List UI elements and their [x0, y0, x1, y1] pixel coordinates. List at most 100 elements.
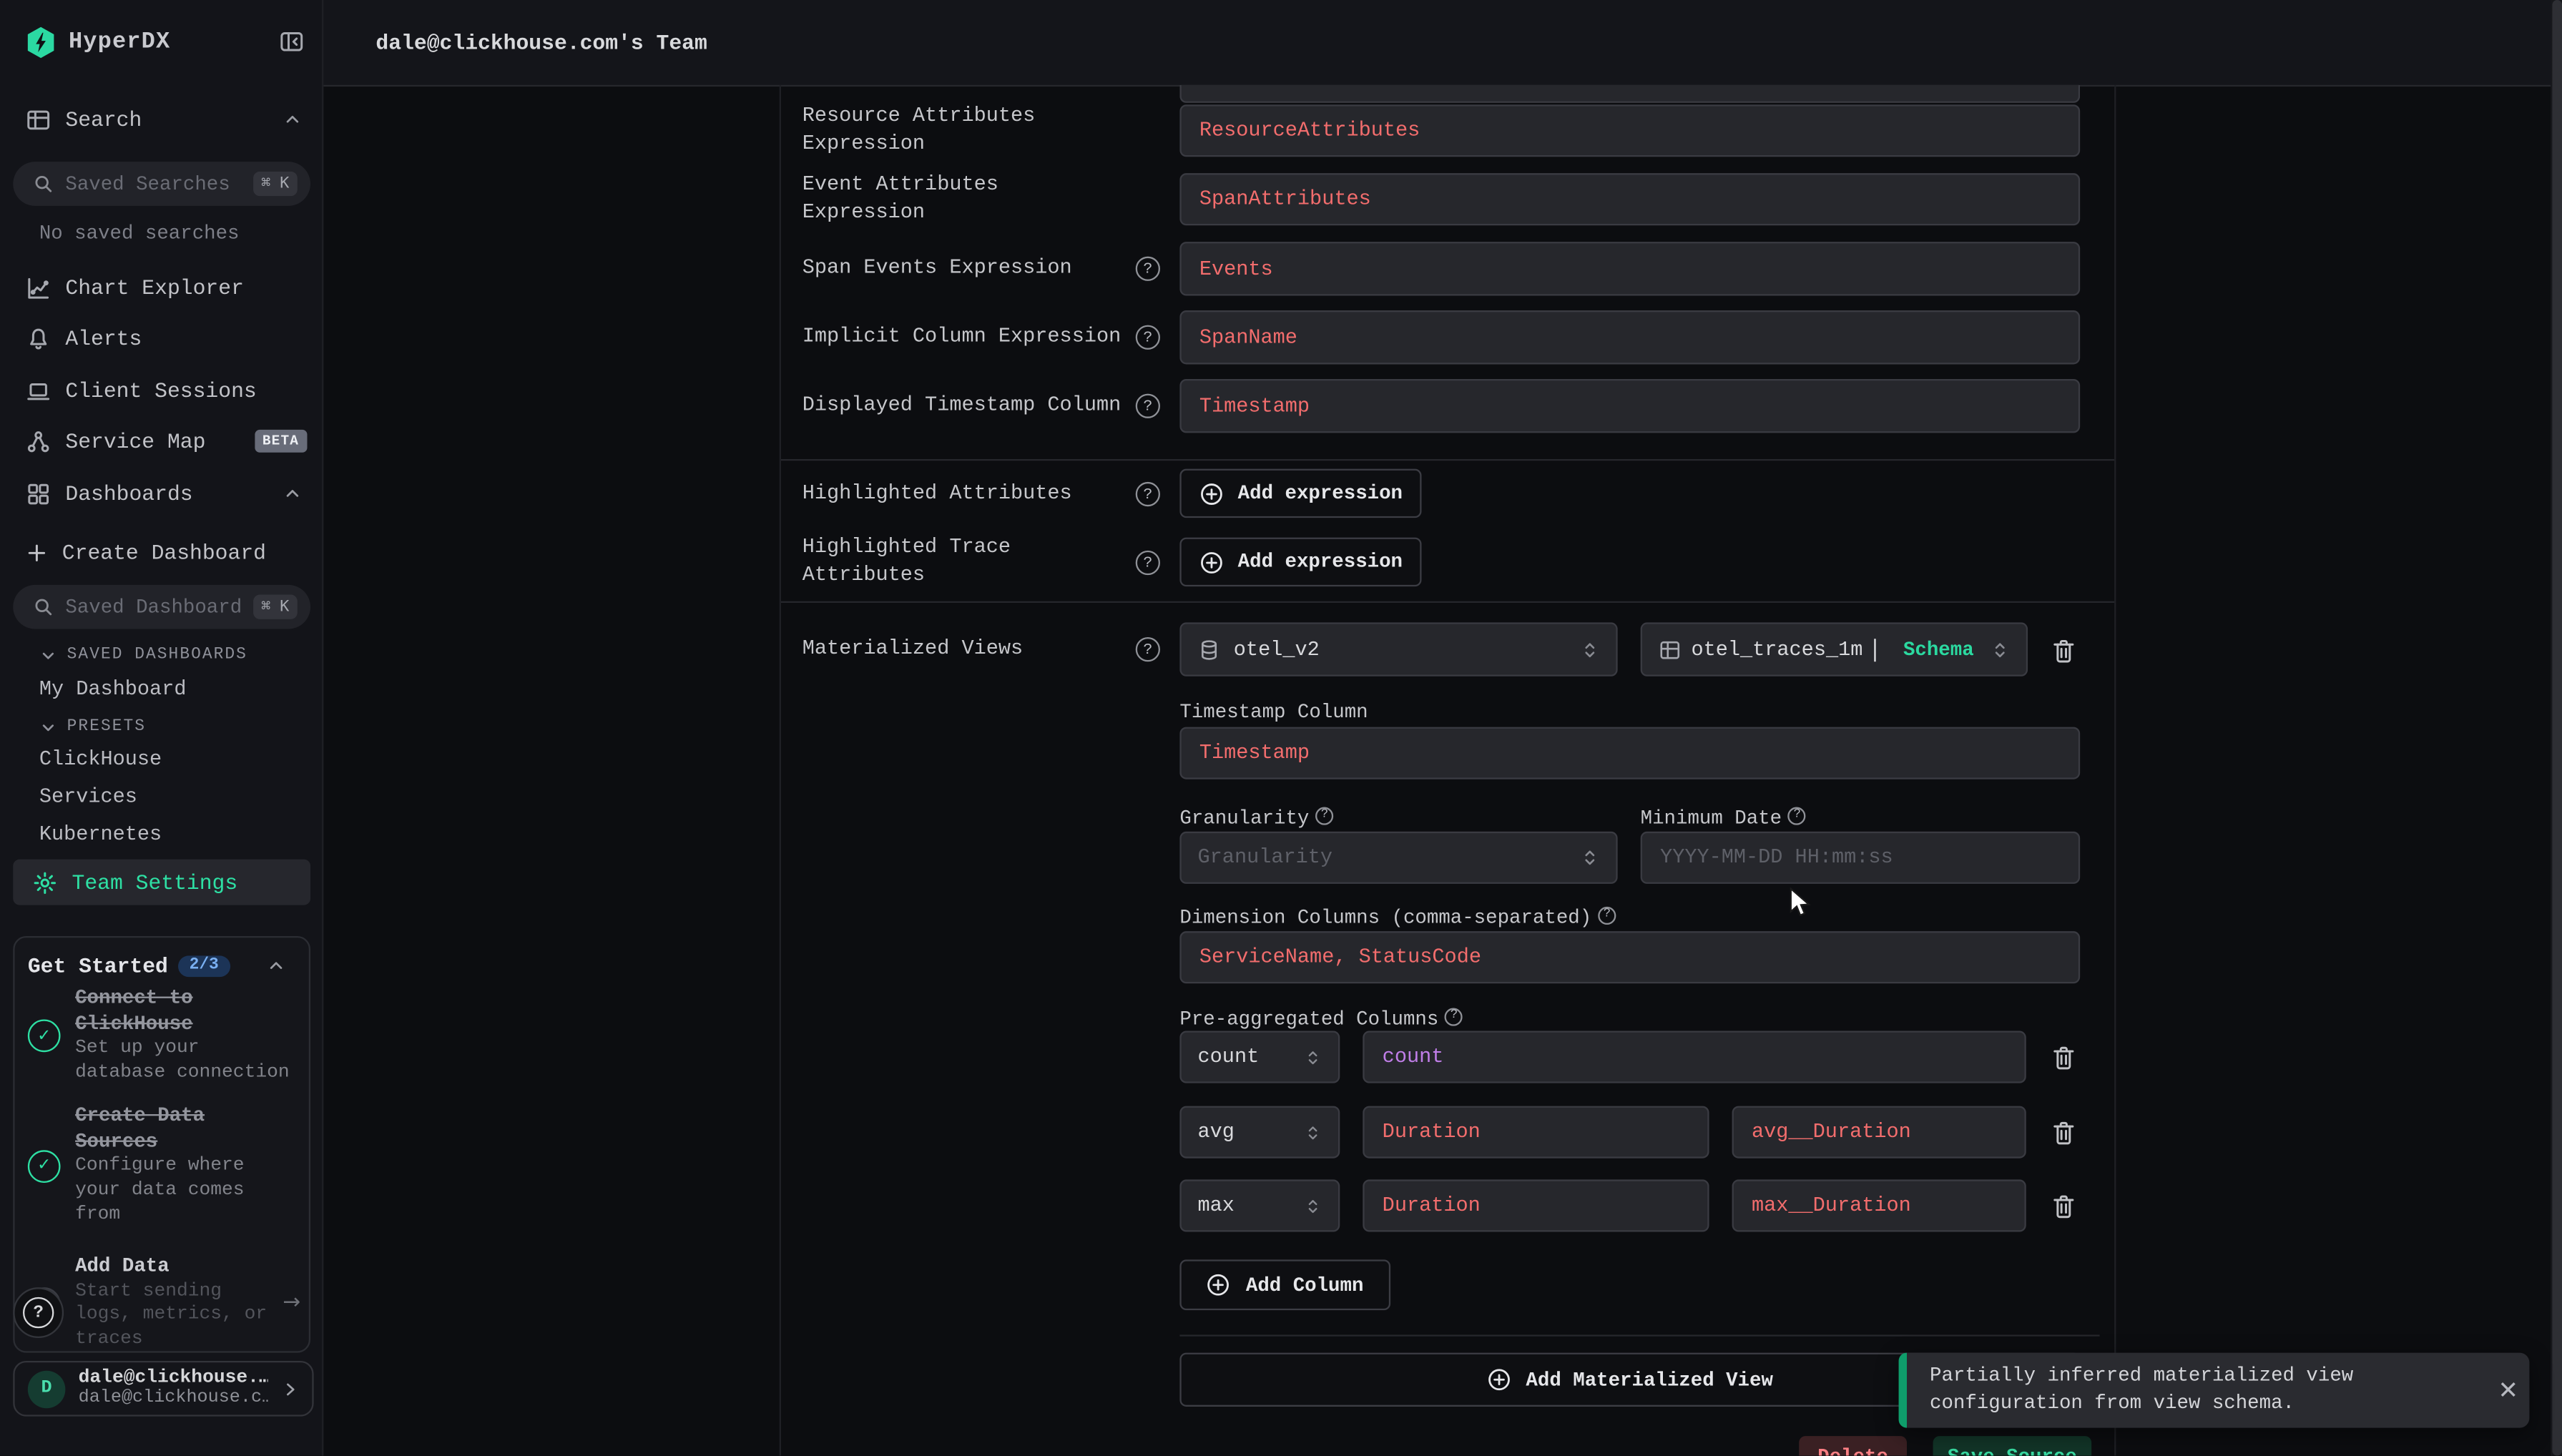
mv-timestamp-input[interactable]: Timestamp	[1179, 727, 2080, 779]
sidebar-item-search[interactable]: Search	[0, 102, 322, 137]
aggregation-alias-input[interactable]: max__Duration	[1732, 1179, 2026, 1231]
plus-icon	[26, 541, 48, 563]
delete-column-button[interactable]	[2049, 1043, 2078, 1072]
aggregation-expr-input[interactable]: count	[1363, 1031, 2026, 1083]
sidebar-collapse-button[interactable]	[280, 29, 304, 54]
help-circle-icon[interactable]: ?	[1788, 806, 1806, 824]
step-title: Create Data Sources	[75, 1104, 294, 1155]
step-description: Set up your database connection	[75, 1038, 294, 1086]
sidebar-item-my-dashboard[interactable]: My Dashboard	[39, 677, 187, 703]
scrollbar-thumb[interactable]	[2552, 0, 2562, 1455]
resource-attributes-input[interactable]: ResourceAttributes	[1179, 104, 2080, 157]
minimum-date-input[interactable]: YYYY-MM-DD HH:mm:ss	[1641, 832, 2081, 884]
aggregation-fn-select[interactable]: max	[1179, 1179, 1340, 1231]
help-circle-icon[interactable]: ?	[1136, 551, 1160, 575]
close-icon[interactable]: ✕	[2487, 1376, 2529, 1405]
field-label-wrap: Event Attributes Expression	[803, 173, 1132, 225]
chevron-up-icon[interactable]	[266, 955, 285, 975]
sidebar-item-team-settings[interactable]: Team Settings	[13, 860, 310, 905]
sidebar-item-alerts[interactable]: Alerts	[0, 320, 322, 356]
input-value: Events	[1199, 257, 1273, 280]
span-events-input[interactable]: Events	[1179, 242, 2080, 295]
presets-section-header[interactable]: PRESETS	[39, 716, 146, 739]
dimension-columns-label: Dimension Columns (comma-separated)	[1179, 907, 1591, 930]
database-select[interactable]: otel_v2	[1179, 622, 1617, 676]
sidebar-item-preset-kubernetes[interactable]: Kubernetes	[39, 822, 162, 848]
help-circle-icon[interactable]: ?	[1136, 325, 1160, 350]
select-value: avg	[1198, 1121, 1291, 1143]
help-circle-icon[interactable]: ?	[1598, 906, 1616, 924]
scrollbar[interactable]	[2551, 0, 2562, 1455]
sidebar-item-preset-clickhouse[interactable]: ClickHouse	[39, 747, 162, 773]
field-label: Event Attributes Expression	[803, 172, 1132, 227]
help-circle-icon[interactable]: ?	[1136, 637, 1160, 661]
granularity-label: Granularity	[1179, 807, 1309, 830]
button-label: Delete	[1817, 1446, 1888, 1456]
team-title: dale@clickhouse.com's Team	[376, 0, 707, 85]
aggregation-alias-input[interactable]: avg__Duration	[1732, 1106, 2026, 1159]
help-button[interactable]: ?	[13, 1287, 64, 1338]
help-circle-icon[interactable]: ?	[1136, 257, 1160, 281]
chart-explorer-icon	[26, 275, 51, 300]
schema-badge[interactable]: Schema	[1903, 638, 1974, 661]
implicit-column-input[interactable]: SpanName	[1179, 310, 2080, 364]
aggregation-expr-input[interactable]: Duration	[1363, 1106, 1709, 1159]
get-started-step-add-data[interactable]: 3 Add Data Start sending logs, metrics, …	[28, 1254, 303, 1352]
team-settings-label: Team Settings	[72, 870, 238, 894]
toast-accent-bar	[1899, 1353, 1907, 1428]
view-table-combobox[interactable]: otel_traces_1m Schema	[1641, 622, 2028, 676]
saved-dashboards-section-header[interactable]: SAVED DASHBOARDS	[39, 644, 247, 666]
input-value: max__Duration	[1752, 1194, 1911, 1217]
panel-collapse-icon	[280, 29, 304, 54]
chevron-up-icon[interactable]	[283, 483, 302, 503]
get-started-step-connect[interactable]: ✓ Connect to ClickHouse Set up your data…	[28, 987, 303, 1086]
delete-source-button[interactable]: Delete	[1799, 1436, 1907, 1455]
mouse-cursor	[1790, 887, 1812, 920]
aggregation-fn-select[interactable]: count	[1179, 1031, 1340, 1083]
event-attributes-input[interactable]: SpanAttributes	[1179, 173, 2080, 225]
saved-dashboards-input[interactable]: Saved Dashboards ⌘ K	[13, 585, 310, 629]
field-label: Materialized Views	[803, 636, 1023, 664]
hyperdx-logo-icon	[26, 26, 56, 59]
check-circle-icon: ✓	[28, 1020, 61, 1053]
sidebar-item-chart-explorer[interactable]: Chart Explorer	[0, 270, 322, 305]
help-circle-icon[interactable]: ?	[1136, 482, 1160, 506]
help-circle-icon[interactable]: ?	[1445, 1007, 1463, 1025]
add-expression-button[interactable]: Add expression	[1179, 538, 1421, 587]
user-name: dale@clickhouse.…	[79, 1367, 268, 1389]
combobox-value: otel_traces_1m	[1691, 638, 1862, 661]
delete-column-button[interactable]	[2049, 1118, 2078, 1147]
granularity-select[interactable]: Granularity	[1179, 832, 1617, 884]
chevron-right-icon	[281, 1379, 299, 1397]
delete-view-button[interactable]	[2049, 636, 2078, 665]
get-started-step-sources[interactable]: ✓ Create Data Sources Configure where yo…	[28, 1104, 303, 1227]
dimension-columns-input[interactable]: ServiceName, StatusCode	[1179, 931, 2080, 983]
displayed-timestamp-input[interactable]: Timestamp	[1179, 379, 2080, 433]
delete-column-button[interactable]	[2049, 1191, 2078, 1220]
input-value: SpanName	[1199, 326, 1297, 349]
gear-icon	[33, 870, 57, 894]
saved-searches-input[interactable]: Saved Searches ⌘ K	[13, 162, 310, 206]
help-circle-icon[interactable]: ?	[1316, 806, 1334, 824]
add-expression-button[interactable]: Add expression	[1179, 469, 1421, 518]
sidebar-item-service-map[interactable]: Service Map BETA	[0, 423, 322, 459]
chevron-up-icon[interactable]	[283, 109, 302, 129]
check-circle-icon: ✓	[28, 1150, 61, 1183]
sidebar-item-client-sessions[interactable]: Client Sessions	[0, 373, 322, 408]
aggregation-expr-input[interactable]: Duration	[1363, 1179, 1709, 1231]
clipped-input-top[interactable]	[1179, 85, 2080, 103]
sidebar-item-preset-services[interactable]: Services	[39, 784, 137, 811]
content-divider-right	[2114, 85, 2116, 1456]
input-value: Timestamp	[1199, 742, 1310, 764]
save-source-button[interactable]: Save Source	[1933, 1436, 2092, 1455]
sidebar-item-label: Client Sessions	[65, 378, 256, 403]
create-dashboard-button[interactable]: Create Dashboard	[0, 534, 322, 570]
get-started-header[interactable]: Get Started 2/3	[28, 951, 296, 980]
sidebar-item-dashboards[interactable]: Dashboards	[0, 476, 322, 511]
step-description: Configure where your data comes from	[75, 1156, 294, 1228]
user-menu[interactable]: D dale@clickhouse.… dale@clickhouse.c…	[13, 1361, 313, 1417]
help-circle-icon[interactable]: ?	[1136, 394, 1160, 418]
aggregation-fn-select[interactable]: avg	[1179, 1106, 1340, 1159]
add-column-button[interactable]: Add Column	[1179, 1259, 1390, 1310]
select-value: otel_v2	[1234, 638, 1567, 661]
